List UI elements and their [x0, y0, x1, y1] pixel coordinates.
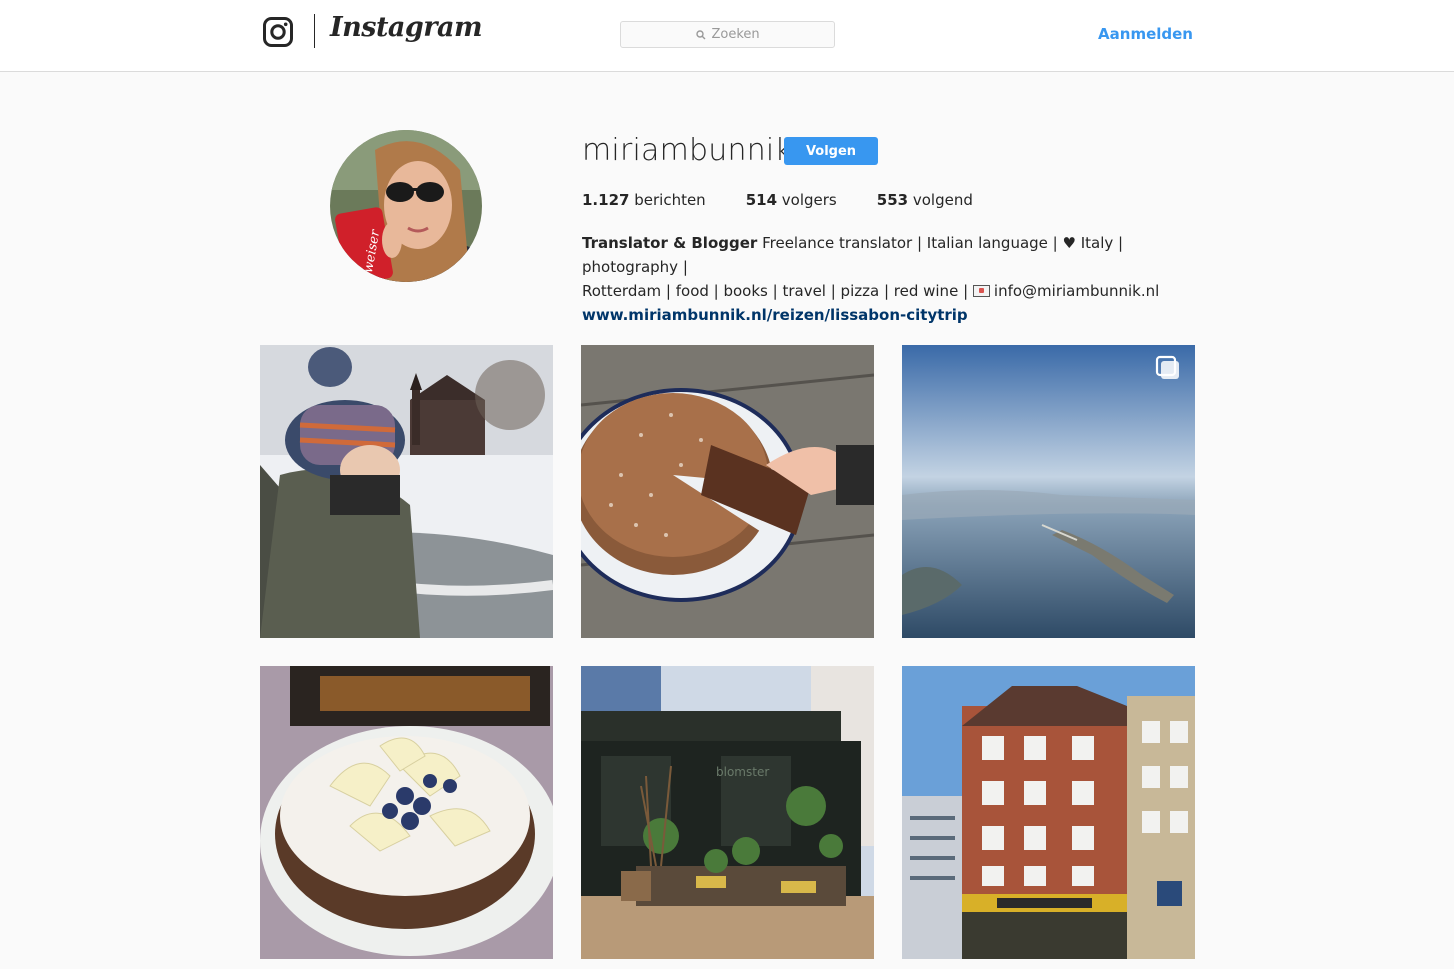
bio-email: info@miriambunnik.nl: [993, 282, 1160, 300]
bio-website-link[interactable]: www.miriambunnik.nl/reizen/lissabon-city…: [582, 306, 968, 324]
stat-followers-label: volgers: [781, 191, 837, 209]
top-navigation: Instagram Aanmelden: [0, 0, 1454, 72]
logo-divider: [314, 14, 315, 48]
stat-following-label: volgend: [912, 191, 973, 209]
stat-posts-count: 1.127: [582, 191, 630, 209]
post-image: [902, 345, 1195, 638]
stat-followers[interactable]: 514 volgers: [746, 191, 837, 209]
profile-avatar[interactable]: weiser: [330, 130, 482, 282]
instagram-glyph-icon[interactable]: [263, 17, 293, 47]
post-thumbnail[interactable]: [902, 666, 1195, 959]
post-thumbnail[interactable]: [581, 345, 874, 638]
post-image: blomster: [581, 666, 874, 959]
profile-bio: Translator & Blogger Freelance translato…: [582, 231, 1182, 327]
profile-username: miriambunnik: [582, 133, 793, 168]
post-thumbnail[interactable]: blomster: [581, 666, 874, 959]
multiple-photos-icon: [1155, 355, 1179, 379]
search-input[interactable]: [711, 27, 760, 42]
stat-posts-label: berichten: [634, 191, 706, 209]
post-thumbnail[interactable]: [902, 345, 1195, 638]
post-image: [581, 345, 874, 638]
bio-line-1: Translator & Blogger Freelance translato…: [582, 231, 1182, 279]
login-link[interactable]: Aanmelden: [1098, 25, 1193, 43]
post-image: [260, 666, 553, 959]
search-icon: [695, 29, 705, 39]
stat-following-count: 553: [876, 191, 909, 209]
nav-inner: Instagram Aanmelden: [260, 0, 1195, 72]
profile-stats: 1.127 berichten 514 volgers 553 volgend: [582, 191, 1013, 209]
stat-following[interactable]: 553 volgend: [877, 191, 973, 209]
bio-text-2: Rotterdam | food | books | travel | pizz…: [582, 282, 969, 300]
post-image: [260, 345, 553, 638]
instagram-wordmark[interactable]: Instagram: [330, 12, 483, 43]
follow-button[interactable]: Volgen: [784, 137, 878, 165]
stat-followers-count: 514: [745, 191, 778, 209]
post-thumbnail[interactable]: [260, 666, 553, 959]
post-image: [902, 666, 1195, 959]
post-thumbnail[interactable]: [260, 345, 553, 638]
svg-text:blomster: blomster: [716, 765, 769, 779]
bio-line-3: www.miriambunnik.nl/reizen/lissabon-city…: [582, 303, 1182, 327]
bio-line-2: Rotterdam | food | books | travel | pizz…: [582, 279, 1182, 303]
envelope-icon: [972, 285, 990, 297]
bio-full-name: Translator & Blogger: [582, 234, 758, 252]
avatar-photo: weiser: [330, 130, 482, 282]
search-box[interactable]: [620, 21, 835, 48]
stat-posts: 1.127 berichten: [582, 191, 706, 209]
